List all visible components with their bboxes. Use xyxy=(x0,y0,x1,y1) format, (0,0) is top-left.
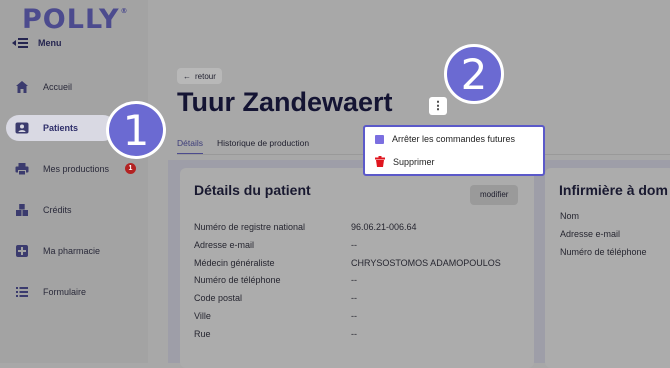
stop-square-icon xyxy=(375,134,384,144)
sidebar-item-ma-pharmacie[interactable]: Ma pharmacie xyxy=(0,238,148,264)
field-value: 96.06.21-006.64 xyxy=(351,222,417,232)
nurse-card: Infirmière à dom xyxy=(545,168,670,368)
menu-label: Menu xyxy=(38,38,62,48)
step-1-callout: 1 xyxy=(106,101,166,159)
list-icon xyxy=(16,287,28,297)
field-label: Numéro de registre national xyxy=(194,222,306,232)
sidebar-item-formulaire[interactable]: Formulaire xyxy=(0,279,148,305)
arrow-left-icon: ← xyxy=(183,71,191,81)
user-card-icon xyxy=(15,122,29,134)
field-label: Rue xyxy=(194,329,211,339)
page-title: Tuur Zandewaert xyxy=(177,87,393,117)
back-label: retour xyxy=(195,71,216,81)
field-label: Numéro de téléphone xyxy=(194,275,281,285)
tab-bar: Détails Historique de production xyxy=(177,138,309,155)
more-options-menu: Arrêter les commandes futures Supprimer xyxy=(363,125,545,176)
notification-badge: 1 xyxy=(125,163,136,174)
field-value: -- xyxy=(351,240,357,250)
menu-item-label: Arrêter les commandes futures xyxy=(392,134,516,144)
trash-icon xyxy=(375,156,385,167)
tab-historique-de-production[interactable]: Historique de production xyxy=(217,138,309,155)
nurse-field-label: Numéro de téléphone xyxy=(560,247,647,257)
menu-item-stop-future-orders[interactable]: Arrêter les commandes futures xyxy=(375,134,515,144)
sidebar-item-label: Patients xyxy=(43,123,79,133)
printer-icon xyxy=(15,163,29,176)
field-value: -- xyxy=(351,311,357,321)
field-value: CHRYSOSTOMOS ADAMOPOULOS xyxy=(351,258,501,268)
sidebar-item-label: Formulaire xyxy=(43,287,87,297)
sidebar: POLLY ® Menu Accueil Patients Mes product… xyxy=(0,0,148,363)
sidebar-item-label: Mes productions xyxy=(43,164,110,174)
credits-icon xyxy=(16,204,28,216)
sidebar-item-accueil[interactable]: Accueil xyxy=(0,74,148,100)
field-label: Médecin généraliste xyxy=(194,258,275,268)
sidebar-item-mes-productions[interactable]: Mes productions 1 xyxy=(0,156,148,182)
nurse-title: Infirmière à dom xyxy=(559,182,668,198)
field-label: Ville xyxy=(194,311,211,321)
polly-logo[interactable]: POLLY ® xyxy=(22,4,128,35)
patient-details-title: Détails du patient xyxy=(194,182,311,198)
menu-toggle[interactable]: Menu xyxy=(12,38,62,48)
sidebar-item-label: Ma pharmacie xyxy=(43,246,101,256)
sidebar-item-label: Crédits xyxy=(43,205,72,215)
field-label: Adresse e-mail xyxy=(194,240,255,250)
field-label: Code postal xyxy=(194,293,243,303)
back-button[interactable]: ← retour xyxy=(177,68,222,84)
menu-collapse-icon xyxy=(12,38,28,48)
menu-item-label: Supprimer xyxy=(393,156,435,167)
field-value: -- xyxy=(351,329,357,339)
nurse-field-label: Nom xyxy=(560,211,580,221)
menu-item-delete[interactable]: Supprimer xyxy=(375,156,435,167)
nurse-field-label: Adresse e-mail xyxy=(560,229,621,239)
sidebar-item-label: Accueil xyxy=(43,82,73,92)
step-2-callout: 2 xyxy=(444,44,504,104)
field-value: -- xyxy=(351,293,357,303)
home-icon xyxy=(16,81,28,93)
field-value: -- xyxy=(351,275,357,285)
sidebar-item-patients[interactable]: Patients xyxy=(6,115,116,141)
more-options-button[interactable]: ⋮ xyxy=(429,97,447,115)
plus-cross-icon xyxy=(16,245,28,257)
sidebar-item-credits[interactable]: Crédits xyxy=(0,197,148,223)
patient-details-card: Détails du patient modifier xyxy=(180,168,534,368)
modify-button[interactable]: modifier xyxy=(470,185,519,205)
tab-details[interactable]: Détails xyxy=(177,138,203,155)
